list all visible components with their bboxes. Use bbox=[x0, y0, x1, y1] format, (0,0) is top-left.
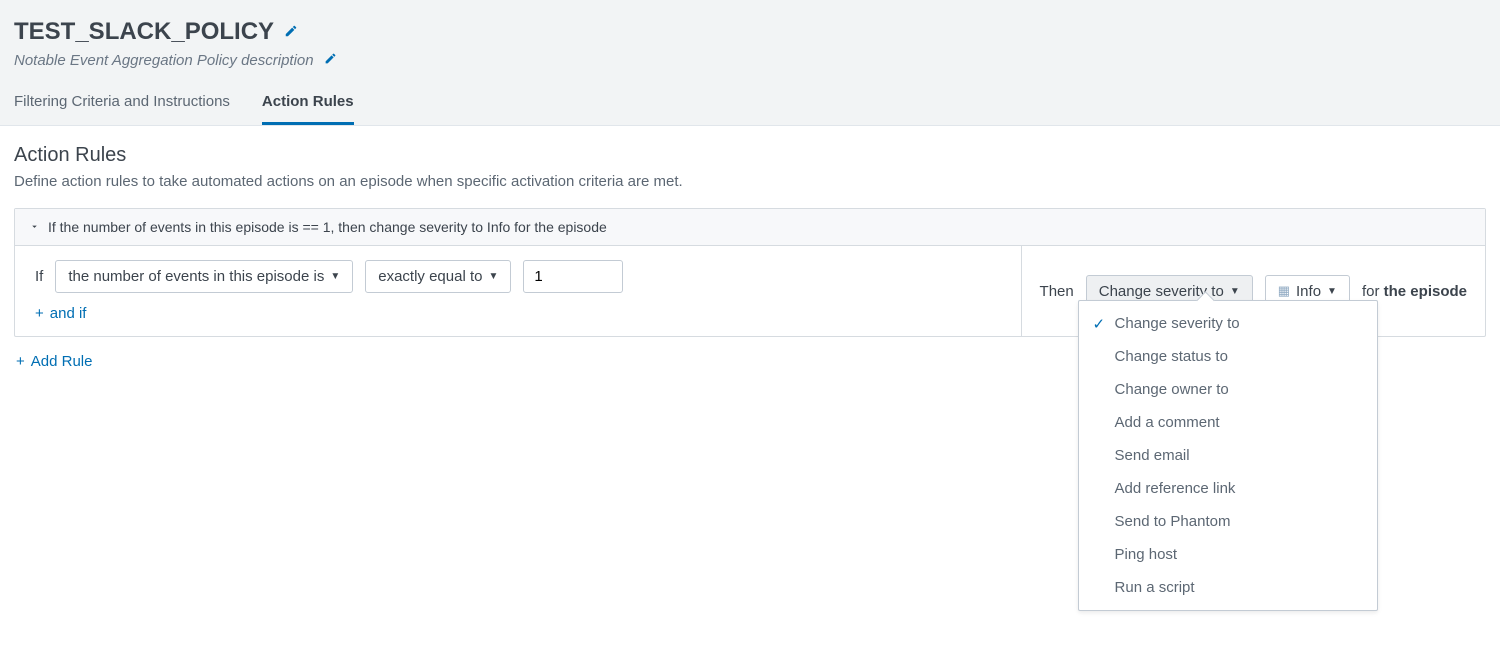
page-description: Notable Event Aggregation Policy descrip… bbox=[14, 52, 314, 69]
menu-item-label: Run a script bbox=[1115, 579, 1195, 596]
caret-down-icon: ▼ bbox=[330, 271, 340, 282]
action-dropdown-menu: ✓ Change severity to Change status to Ch… bbox=[1078, 300, 1378, 611]
condition-value-input[interactable] bbox=[523, 260, 623, 293]
section-title: Action Rules bbox=[14, 144, 1486, 167]
if-label: If bbox=[35, 268, 43, 285]
rule-then-section: Then Change severity to ▼ ▦ Info ▼ for t… bbox=[1022, 246, 1485, 336]
then-label: Then bbox=[1040, 283, 1074, 300]
rule-if-section: If the number of events in this episode … bbox=[15, 246, 1022, 336]
menu-item-send-email[interactable]: Send email bbox=[1079, 439, 1377, 472]
operator-select[interactable]: exactly equal to ▼ bbox=[365, 260, 511, 293]
for-episode-text: for the episode bbox=[1362, 283, 1467, 300]
and-if-label: and if bbox=[50, 305, 87, 322]
menu-item-add-reference-link[interactable]: Add reference link bbox=[1079, 472, 1377, 505]
severity-info-icon: ▦ bbox=[1278, 283, 1290, 299]
page-header: TEST_SLACK_POLICY Notable Event Aggregat… bbox=[0, 0, 1500, 126]
tab-bar: Filtering Criteria and Instructions Acti… bbox=[14, 83, 1486, 125]
menu-item-send-to-phantom[interactable]: Send to Phantom bbox=[1079, 505, 1377, 538]
add-rule-button[interactable]: + Add Rule bbox=[16, 353, 92, 370]
rule-card: If the number of events in this episode … bbox=[14, 208, 1486, 337]
condition-field-label: the number of events in this episode is bbox=[68, 268, 324, 285]
menu-item-label: Change severity to bbox=[1115, 315, 1240, 332]
add-rule-label: Add Rule bbox=[31, 353, 93, 370]
menu-item-label: Change status to bbox=[1115, 348, 1228, 365]
edit-title-icon[interactable] bbox=[284, 24, 298, 41]
menu-item-label: Send to Phantom bbox=[1115, 513, 1231, 530]
menu-item-label: Add a comment bbox=[1115, 414, 1220, 431]
content-area: Action Rules Define action rules to take… bbox=[0, 126, 1500, 404]
add-and-if-button[interactable]: + and if bbox=[35, 305, 86, 322]
caret-down-icon: ▼ bbox=[1327, 286, 1337, 297]
menu-item-label: Send email bbox=[1115, 447, 1190, 464]
rule-summary-text: If the number of events in this episode … bbox=[48, 219, 607, 235]
plus-icon: + bbox=[16, 353, 25, 370]
menu-item-label: Ping host bbox=[1115, 546, 1178, 563]
severity-value-label: Info bbox=[1296, 283, 1321, 300]
menu-item-change-severity[interactable]: ✓ Change severity to bbox=[1079, 307, 1377, 340]
edit-description-icon[interactable] bbox=[324, 52, 337, 69]
section-description: Define action rules to take automated ac… bbox=[14, 173, 1486, 190]
tab-filtering-criteria[interactable]: Filtering Criteria and Instructions bbox=[14, 83, 230, 125]
caret-down-icon: ▼ bbox=[488, 271, 498, 282]
caret-down-icon: ▼ bbox=[1230, 286, 1240, 297]
menu-item-ping-host[interactable]: Ping host bbox=[1079, 538, 1377, 571]
menu-item-label: Add reference link bbox=[1115, 480, 1236, 497]
chevron-down-icon bbox=[29, 219, 40, 235]
check-icon: ✓ bbox=[1093, 315, 1106, 333]
operator-label: exactly equal to bbox=[378, 268, 482, 285]
menu-item-run-script[interactable]: Run a script bbox=[1079, 571, 1377, 604]
condition-field-select[interactable]: the number of events in this episode is … bbox=[55, 260, 353, 293]
menu-item-change-status[interactable]: Change status to bbox=[1079, 340, 1377, 373]
menu-item-change-owner[interactable]: Change owner to bbox=[1079, 373, 1377, 406]
tab-action-rules[interactable]: Action Rules bbox=[262, 83, 354, 125]
page-title: TEST_SLACK_POLICY bbox=[14, 18, 274, 46]
plus-icon: + bbox=[35, 305, 44, 322]
menu-item-label: Change owner to bbox=[1115, 381, 1229, 398]
rule-summary-toggle[interactable]: If the number of events in this episode … bbox=[15, 209, 1485, 246]
menu-item-add-comment[interactable]: Add a comment bbox=[1079, 406, 1377, 439]
